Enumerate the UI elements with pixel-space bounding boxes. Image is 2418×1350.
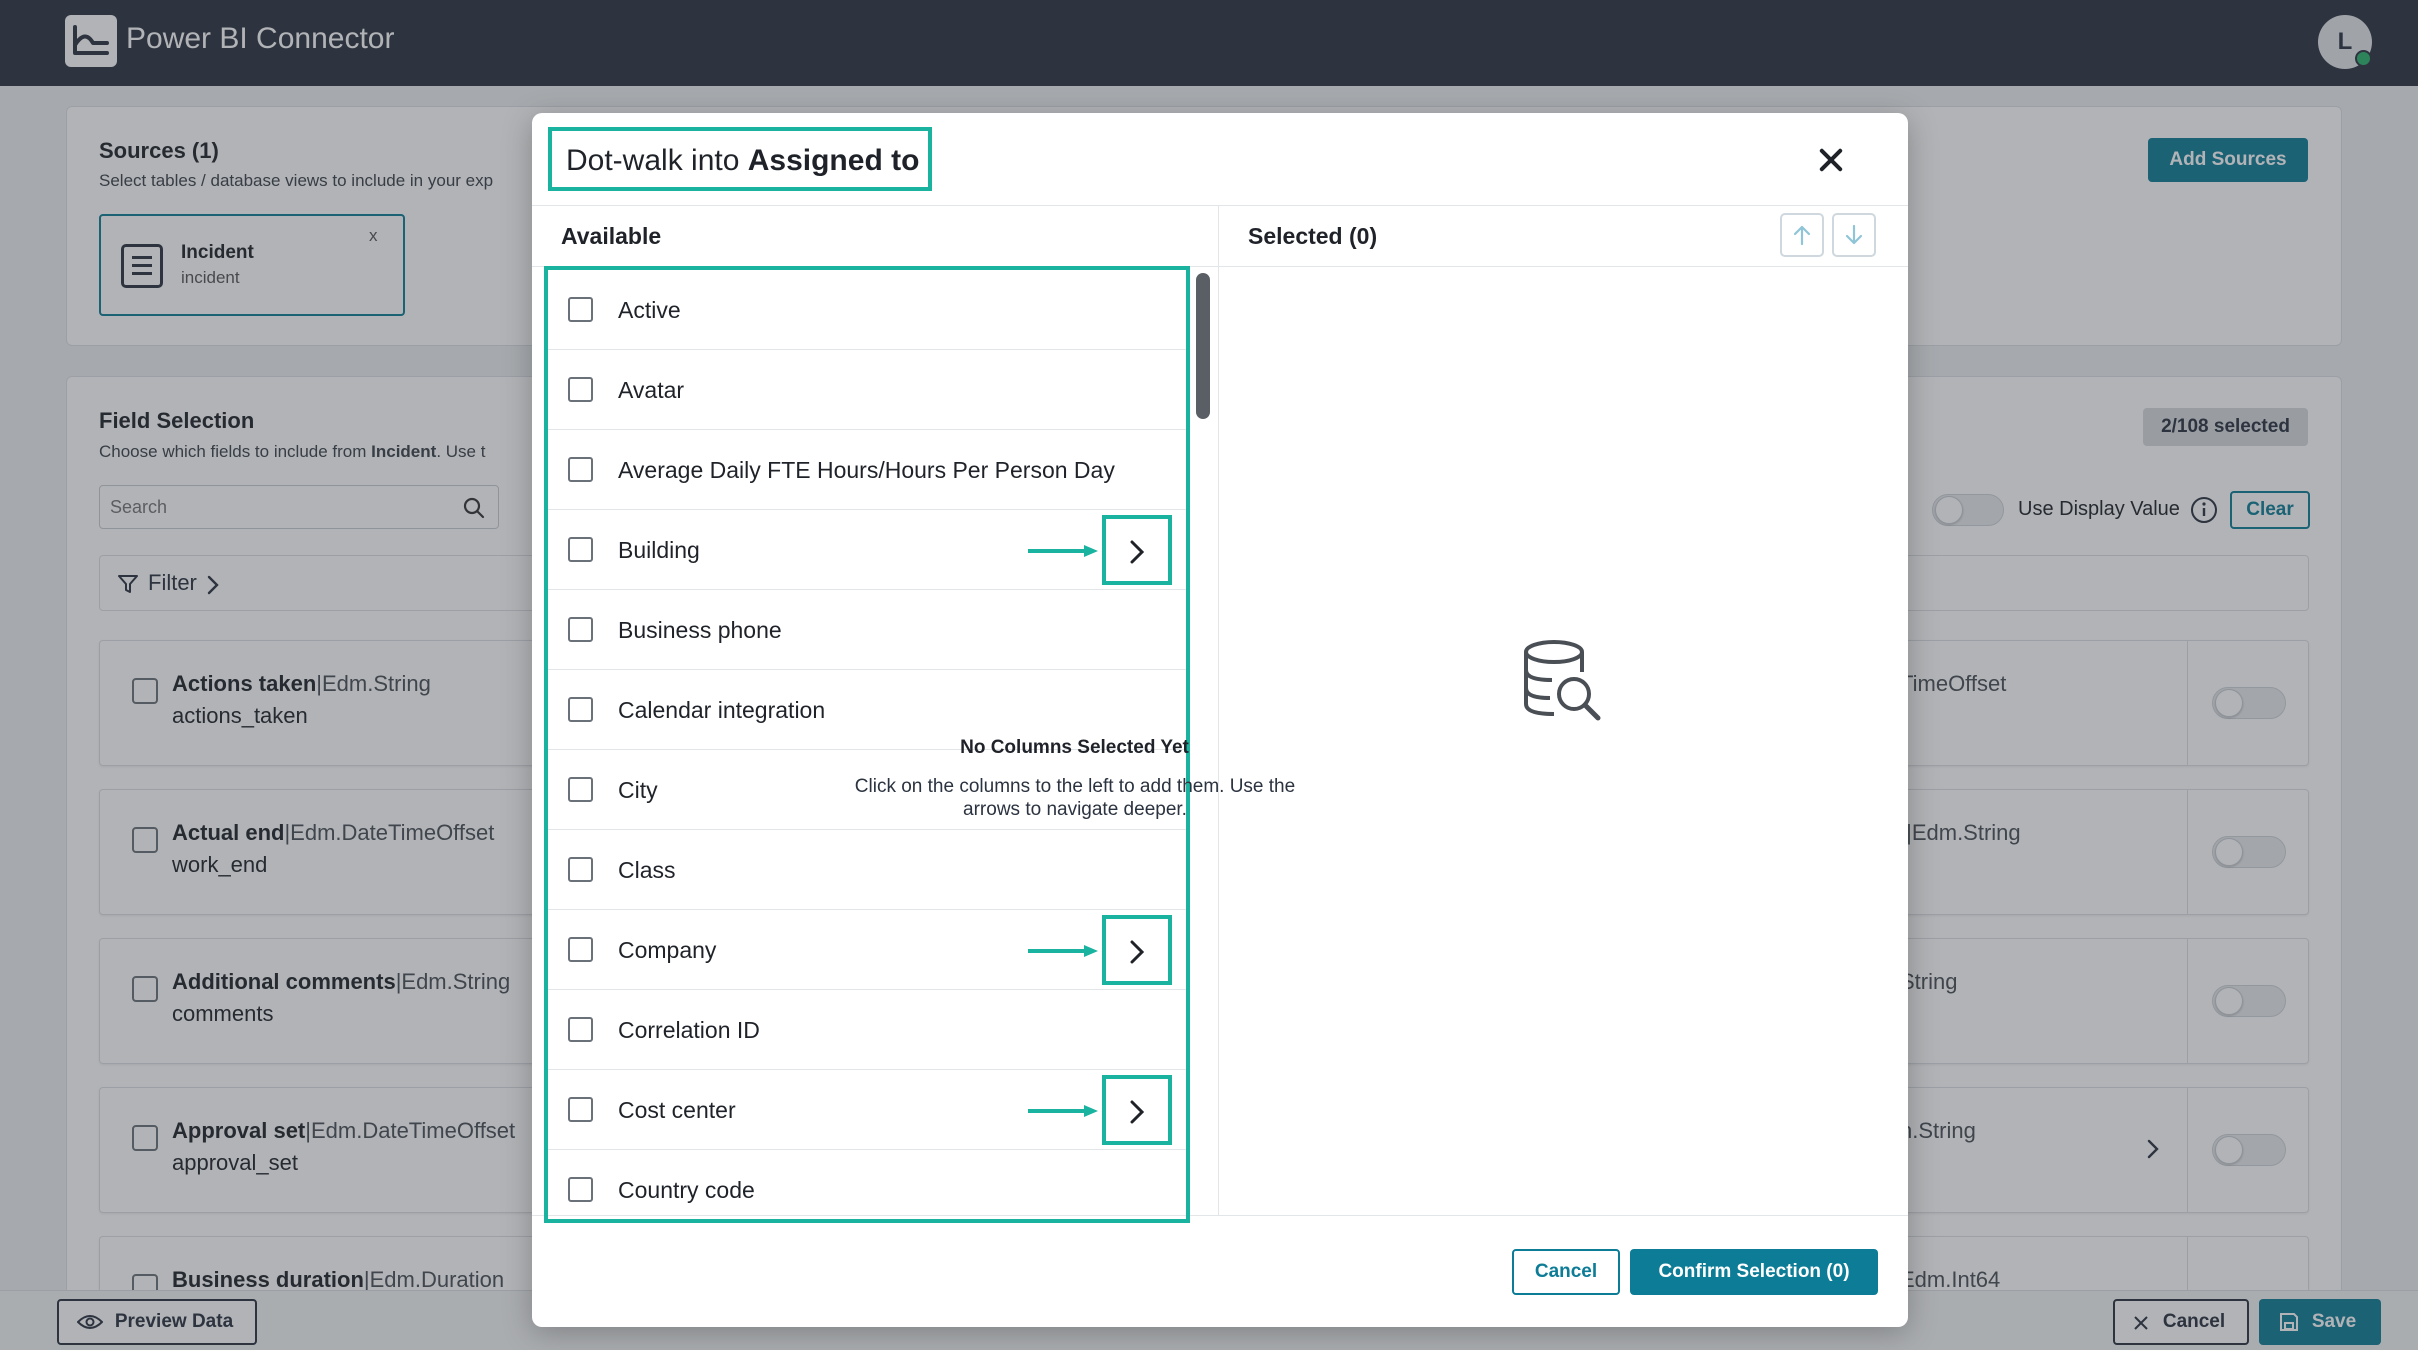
chevron-right-icon: [1130, 1100, 1145, 1124]
column-checkbox[interactable]: [568, 857, 593, 882]
empty-state-subtitle: Click on the columns to the left to add …: [854, 776, 1296, 820]
column-label: Business phone: [618, 617, 782, 643]
column-label: Cost center: [618, 1097, 736, 1123]
list-item[interactable]: Cost center: [548, 1070, 1186, 1150]
column-checkbox[interactable]: [568, 1017, 593, 1042]
column-label: Class: [618, 857, 676, 883]
list-item[interactable]: Active: [548, 270, 1186, 350]
column-checkbox[interactable]: [568, 697, 593, 722]
modal-title-highlight: Dot-walk into Assigned to: [548, 127, 932, 191]
annotation-arrow-icon: [1028, 945, 1098, 957]
arrow-up-icon: [1793, 225, 1811, 246]
annotation-arrow-icon: [1028, 1105, 1098, 1117]
column-checkbox[interactable]: [568, 377, 593, 402]
column-checkbox[interactable]: [568, 617, 593, 642]
column-label: City: [618, 777, 658, 803]
selected-header: Selected (0): [1248, 223, 1378, 249]
dot-walk-cost-center-button[interactable]: [1102, 1075, 1172, 1145]
list-item[interactable]: Building: [548, 510, 1186, 590]
column-checkbox[interactable]: [568, 1097, 593, 1122]
list-item[interactable]: Business phone: [548, 590, 1186, 670]
column-label: Calendar integration: [618, 697, 826, 723]
list-scrollbar[interactable]: [1196, 273, 1210, 419]
chevron-right-icon: [1130, 940, 1145, 964]
column-label: Avatar: [618, 377, 685, 403]
confirm-selection-button[interactable]: Confirm Selection (0): [1630, 1249, 1878, 1295]
dot-walk-company-button[interactable]: [1102, 915, 1172, 985]
arrow-down-icon: [1845, 224, 1863, 245]
annotation-arrow-icon: [1028, 545, 1098, 557]
column-label: Active: [618, 297, 681, 323]
column-checkbox[interactable]: [568, 457, 593, 482]
dot-walk-modal: Dot-walk into Assigned to Available Sele…: [532, 113, 1908, 1327]
chevron-right-icon: [1130, 540, 1145, 564]
available-header: Available: [561, 223, 662, 249]
column-label: Correlation ID: [618, 1017, 760, 1043]
move-up-button[interactable]: [1780, 213, 1824, 257]
column-label: Average Daily FTE Hours/Hours Per Person…: [618, 457, 1115, 483]
modal-cancel-button[interactable]: Cancel: [1512, 1249, 1620, 1295]
dot-walk-building-button[interactable]: [1102, 515, 1172, 585]
empty-state-title: No Columns Selected Yet: [960, 737, 1189, 758]
list-item[interactable]: Country code: [548, 1150, 1186, 1219]
list-item[interactable]: Correlation ID: [548, 990, 1186, 1070]
list-item[interactable]: Average Daily FTE Hours/Hours Per Person…: [548, 430, 1186, 510]
column-label: Company: [618, 937, 717, 963]
column-checkbox[interactable]: [568, 297, 593, 322]
column-checkbox[interactable]: [568, 777, 593, 802]
modal-title: Dot-walk into Assigned to: [566, 144, 920, 177]
move-down-button[interactable]: [1832, 213, 1876, 257]
list-item[interactable]: Avatar: [548, 350, 1186, 430]
column-label: Country code: [618, 1177, 755, 1203]
close-icon[interactable]: [1814, 143, 1848, 177]
column-checkbox[interactable]: [568, 1177, 593, 1202]
list-item[interactable]: Company: [548, 910, 1186, 990]
column-checkbox[interactable]: [568, 937, 593, 962]
list-item[interactable]: Class: [548, 830, 1186, 910]
column-checkbox[interactable]: [568, 537, 593, 562]
database-search-icon: [1524, 640, 1601, 721]
column-label: Building: [618, 537, 700, 563]
